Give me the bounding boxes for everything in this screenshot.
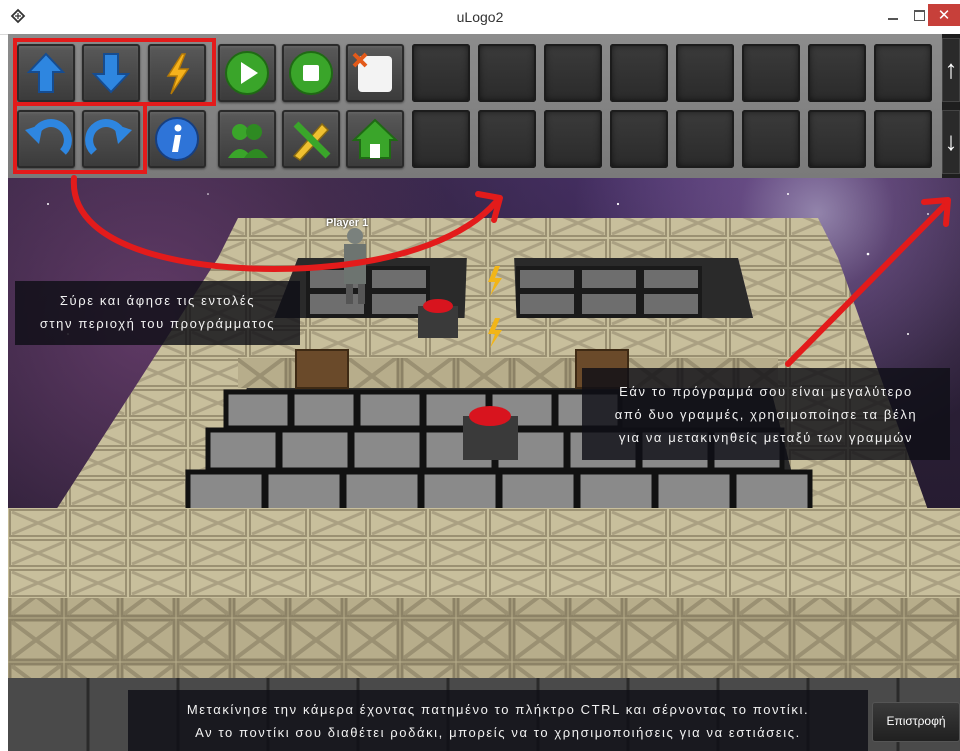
stop-icon <box>289 51 333 95</box>
turn-right-button[interactable] <box>82 110 140 168</box>
close-icon: ✕ <box>937 7 951 24</box>
program-slot[interactable] <box>412 44 470 102</box>
edit-icon <box>292 121 331 161</box>
hint-line: από δυο γραμμές, χρησιμοποίησε τα βέλη <box>614 407 918 422</box>
players-icon <box>228 124 268 158</box>
program-slot[interactable] <box>676 110 734 168</box>
window-title-bar: uLogo2 ✕ <box>0 0 960 35</box>
turn-left-button[interactable] <box>17 110 75 168</box>
play-icon <box>225 51 269 95</box>
back-button[interactable]: Επιστροφή <box>872 702 960 742</box>
hint-line: Αν το ποντίκι σου διαθέτει ροδάκι, μπορε… <box>195 725 801 740</box>
program-slot[interactable] <box>412 110 470 168</box>
close-button[interactable]: ✕ <box>928 4 960 26</box>
program-slot[interactable] <box>874 44 932 102</box>
player-label: Player 1 <box>326 217 369 229</box>
hint-line: Σύρε και άφησε τις εντολές <box>59 293 256 308</box>
home-icon <box>351 118 399 159</box>
window-title: uLogo2 <box>456 9 504 25</box>
forward-arrow-icon <box>26 52 66 93</box>
program-slot[interactable] <box>544 110 602 168</box>
row-scroll-controls: ↑ ↓ <box>942 34 960 178</box>
hint-scroll-rows: Εάν το πρόγραμμά σου είναι μεγαλύτερο απ… <box>582 368 950 460</box>
lightning-button[interactable] <box>148 44 206 102</box>
program-slot[interactable] <box>544 44 602 102</box>
stop-button[interactable] <box>282 44 340 102</box>
info-icon <box>155 117 199 161</box>
program-slot[interactable] <box>676 44 734 102</box>
backward-arrow-icon <box>91 53 131 94</box>
minimize-button[interactable] <box>880 4 906 26</box>
scroll-down-button[interactable]: ↓ <box>942 110 960 174</box>
game-board <box>8 218 960 751</box>
hint-camera: Μετακίνησε την κάμερα έχοντας πατημένο τ… <box>128 690 868 751</box>
lightning-icon <box>166 53 190 95</box>
hint-line: στην περιοχή του προγράμματος <box>39 316 276 331</box>
backward-button[interactable] <box>82 44 140 102</box>
scroll-up-button[interactable]: ↑ <box>942 38 960 102</box>
program-slot[interactable] <box>808 44 866 102</box>
home-button[interactable] <box>346 110 404 168</box>
info-button[interactable] <box>148 110 206 168</box>
command-toolbar <box>8 34 942 178</box>
hint-line: Μετακίνησε την κάμερα έχοντας πατημένο τ… <box>186 702 810 717</box>
forward-button[interactable] <box>17 44 75 102</box>
program-slot[interactable] <box>478 44 536 102</box>
turn-right-icon <box>85 119 132 155</box>
turn-left-icon <box>25 119 72 155</box>
program-slot[interactable] <box>808 110 866 168</box>
hint-drag-drop: Σύρε και άφησε τις εντολές στην περιοχή … <box>15 281 300 345</box>
program-slot[interactable] <box>478 110 536 168</box>
edit-button[interactable] <box>282 110 340 168</box>
program-slot[interactable] <box>610 110 668 168</box>
program-slot[interactable] <box>742 110 800 168</box>
hint-line: για να μετακινηθείς μεταξύ των γραμμών <box>618 430 914 445</box>
hint-line: Εάν το πρόγραμμά σου είναι μεγαλύτερο <box>619 384 913 399</box>
clear-program-icon <box>352 52 392 92</box>
clear-program-button[interactable] <box>346 44 404 102</box>
program-slot[interactable] <box>610 44 668 102</box>
players-button[interactable] <box>218 110 276 168</box>
play-button[interactable] <box>218 44 276 102</box>
game-viewport[interactable]: Player 1 ↑ ↓ Σύρε και άφησε τις εντολές … <box>8 34 960 751</box>
program-slot[interactable] <box>874 110 932 168</box>
program-slot[interactable] <box>742 44 800 102</box>
